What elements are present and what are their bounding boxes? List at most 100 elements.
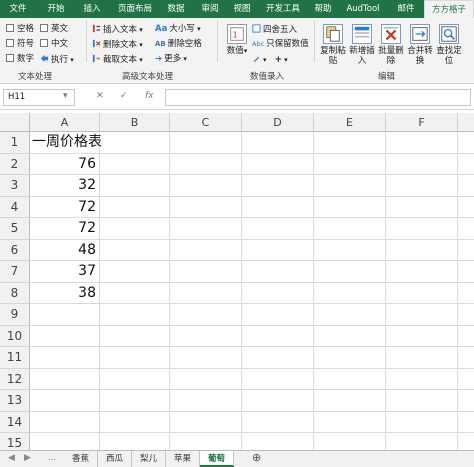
cancel-icon[interactable]: ✕ — [96, 91, 104, 101]
cell-d13[interactable] — [242, 390, 314, 412]
extract-text-button[interactable]: 截取文本 ▾ — [92, 54, 143, 66]
cell-f9[interactable] — [386, 304, 458, 326]
row-header-10[interactable]: 10 — [0, 325, 30, 347]
cell-e9[interactable] — [314, 304, 386, 326]
row-header-13[interactable]: 13 — [0, 390, 30, 412]
cell-a4[interactable]: 72 — [30, 196, 100, 218]
batch-delete-button[interactable]: 批量删除 — [376, 24, 406, 66]
cell-a5[interactable]: 72 — [30, 218, 100, 240]
cell-g13[interactable] — [458, 390, 474, 412]
cell-a6[interactable]: 48 — [30, 239, 100, 261]
cell-c4[interactable] — [170, 196, 242, 218]
cell-e10[interactable] — [314, 325, 386, 347]
cell-c7[interactable] — [170, 261, 242, 283]
find-locate-button[interactable]: 查找定位 — [434, 24, 464, 66]
cell-c12[interactable] — [170, 368, 242, 390]
cell-e15[interactable] — [314, 433, 386, 450]
cell-f7[interactable] — [386, 261, 458, 283]
tab-home[interactable]: 开始 — [42, 0, 70, 18]
scroll-left-icon[interactable]: ◀ — [8, 453, 15, 463]
row-header-15[interactable]: 15 — [0, 433, 30, 450]
row-header-1[interactable]: 1 — [0, 132, 30, 154]
cell-d14[interactable] — [242, 411, 314, 433]
numeric-button[interactable]: 1 数值▾ — [222, 24, 252, 56]
cell-g4[interactable] — [458, 197, 474, 218]
cell-b9[interactable] — [100, 304, 170, 326]
cell-e8[interactable] — [314, 282, 386, 304]
cell-a15[interactable] — [30, 433, 100, 450]
tab-review[interactable]: 审阅 — [196, 0, 224, 18]
sign-button[interactable]: ▾ + ▾ — [252, 54, 288, 66]
cell-e11[interactable] — [314, 347, 386, 369]
cell-d10[interactable] — [242, 325, 314, 347]
cell-g5[interactable] — [458, 218, 474, 240]
cell-a10[interactable] — [30, 325, 100, 347]
checkbox-english[interactable]: 英文 — [40, 24, 68, 35]
cell-b2[interactable] — [100, 153, 170, 175]
column-header-d[interactable]: D — [242, 113, 314, 132]
column-header-e[interactable]: E — [314, 113, 386, 132]
tab-audtool[interactable]: AudTool — [342, 0, 384, 18]
add-sheet-icon[interactable]: ⊕ — [252, 451, 261, 464]
insert-new-button[interactable]: 新增插入 — [347, 24, 377, 66]
cell-g11[interactable] — [458, 347, 474, 369]
cell-c13[interactable] — [170, 390, 242, 412]
cell-b6[interactable] — [100, 239, 170, 261]
remove-space-button[interactable]: AB 删除空格 — [155, 39, 202, 50]
cell-a3[interactable]: 32 — [30, 175, 100, 197]
sheet-tab-apple[interactable]: 苹果 — [166, 451, 200, 467]
cell-c9[interactable] — [170, 304, 242, 326]
cell-g14[interactable] — [458, 412, 474, 433]
sheet-tab-grape[interactable]: 葡萄 — [200, 451, 234, 467]
name-box-dropdown-icon[interactable]: ▾ — [63, 91, 68, 101]
cell-d1[interactable] — [242, 132, 314, 154]
row-header-11[interactable]: 11 — [0, 347, 30, 369]
cell-b3[interactable] — [100, 175, 170, 197]
cell-g7[interactable] — [458, 261, 474, 283]
tab-file[interactable]: 文件 — [4, 0, 32, 18]
copy-paste-button[interactable]: 复制粘贴 — [318, 24, 348, 66]
row-header-9[interactable]: 9 — [0, 304, 30, 326]
cell-a12[interactable] — [30, 368, 100, 390]
column-header-b[interactable]: B — [100, 113, 170, 132]
cell-e7[interactable] — [314, 261, 386, 283]
cell-d8[interactable] — [242, 282, 314, 304]
cell-b10[interactable] — [100, 325, 170, 347]
cell-g12[interactable] — [458, 369, 474, 390]
cell-g8[interactable] — [458, 283, 474, 304]
cell-d3[interactable] — [242, 175, 314, 197]
tab-data[interactable]: 数据 — [162, 0, 190, 18]
cell-e2[interactable] — [314, 153, 386, 175]
tab-fangfang[interactable]: 方方格子 — [424, 0, 474, 18]
cell-e14[interactable] — [314, 411, 386, 433]
cell-g1[interactable] — [458, 132, 474, 154]
cell-f11[interactable] — [386, 347, 458, 369]
cell-d12[interactable] — [242, 368, 314, 390]
cell-g3[interactable] — [458, 175, 474, 197]
cell-d4[interactable] — [242, 196, 314, 218]
cell-e6[interactable] — [314, 239, 386, 261]
cell-b14[interactable] — [100, 411, 170, 433]
cell-b11[interactable] — [100, 347, 170, 369]
cell-b4[interactable] — [100, 196, 170, 218]
cell-a1[interactable]: 一周价格表 — [30, 132, 102, 154]
cell-g10[interactable] — [458, 326, 474, 347]
tab-view[interactable]: 视图 — [228, 0, 256, 18]
cell-b7[interactable] — [100, 261, 170, 283]
cell-e5[interactable] — [314, 218, 386, 240]
cell-a2[interactable]: 76 — [30, 153, 100, 175]
cell-c1[interactable] — [170, 132, 242, 154]
round-button[interactable]: 四舍五入 — [252, 24, 297, 36]
cell-c2[interactable] — [170, 153, 242, 175]
checkbox-symbol[interactable]: 符号 — [6, 39, 34, 50]
tab-developer[interactable]: 开发工具 — [260, 0, 306, 18]
cell-f2[interactable] — [386, 153, 458, 175]
checkbox-number[interactable]: 数字 — [6, 54, 34, 65]
execute-button[interactable]: 执行 ▾ — [40, 54, 74, 66]
cell-f10[interactable] — [386, 325, 458, 347]
cell-e12[interactable] — [314, 368, 386, 390]
insert-text-button[interactable]: 插入文本 ▾ — [92, 24, 143, 36]
column-header-a[interactable]: A — [30, 113, 100, 132]
cell-b12[interactable] — [100, 368, 170, 390]
cell-d7[interactable] — [242, 261, 314, 283]
